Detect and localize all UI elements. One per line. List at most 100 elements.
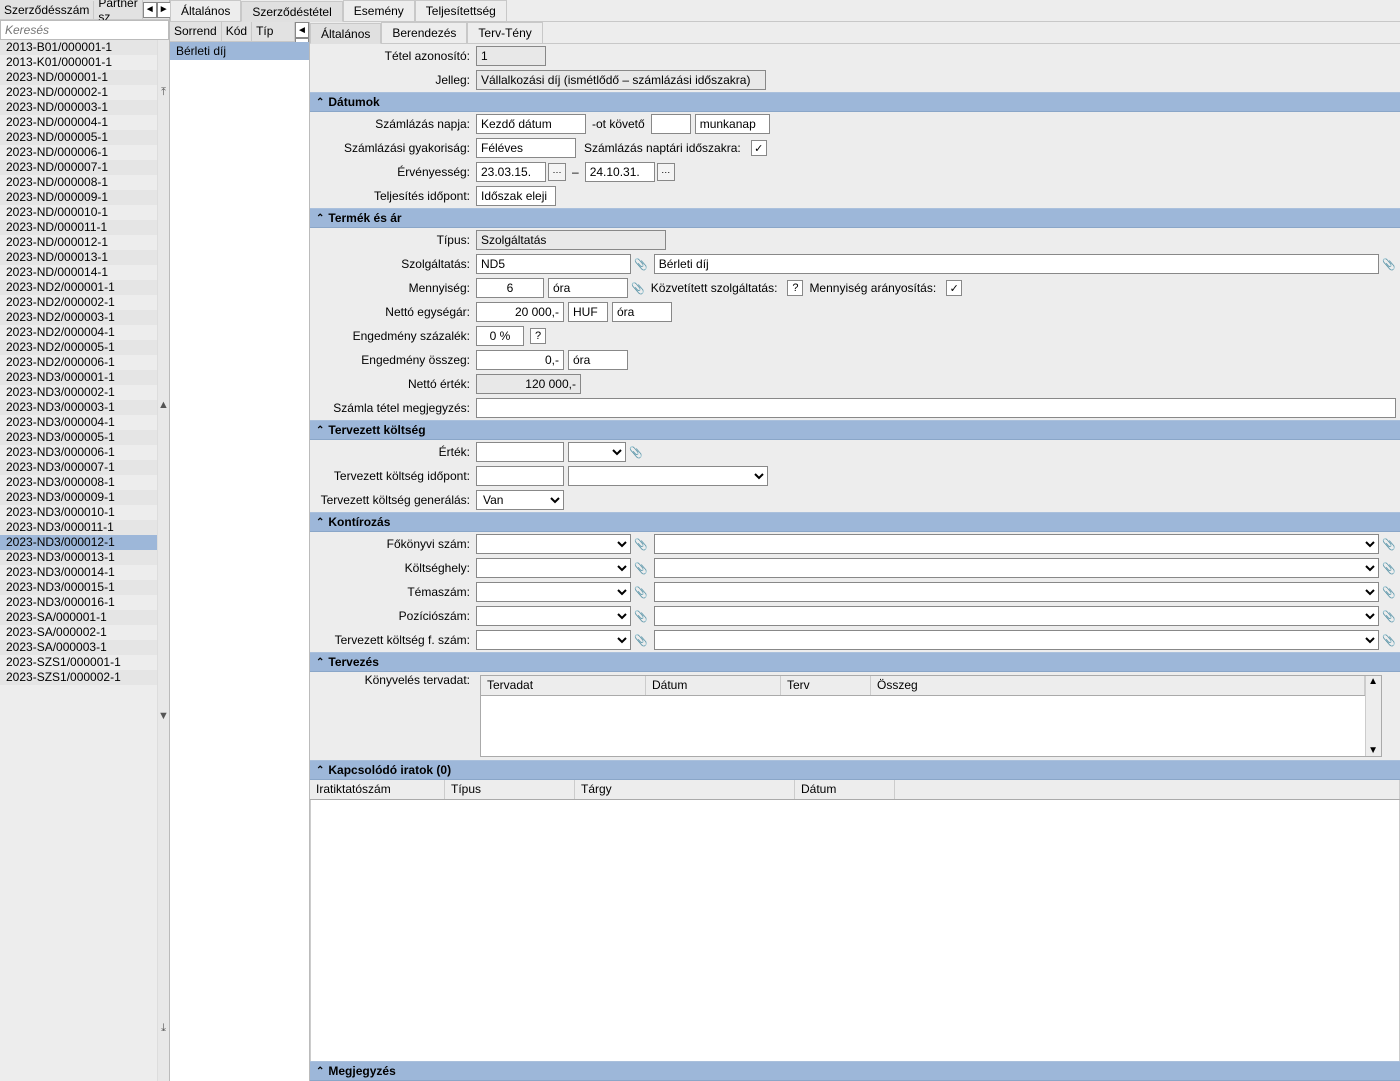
list-item[interactable]: 2023-ND/000007-1 xyxy=(0,160,157,175)
list-item[interactable]: 2023-ND3/000010-1 xyxy=(0,505,157,520)
engedmeny-o-input[interactable] xyxy=(476,350,564,370)
list-item[interactable]: 2023-ND3/000004-1 xyxy=(0,415,157,430)
scroll-top-icon[interactable]: ⤒ xyxy=(161,86,166,99)
list-item[interactable]: 2023-ND3/000005-1 xyxy=(0,430,157,445)
docs-col[interactable] xyxy=(895,780,1400,799)
mid-item[interactable]: Bérleti díj xyxy=(170,42,309,60)
gyakorisag-field[interactable]: Féléves xyxy=(476,138,576,158)
konti-select-right[interactable] xyxy=(654,582,1380,602)
munkanap-field[interactable]: munkanap xyxy=(695,114,770,134)
list-item[interactable]: 2023-SA/000002-1 xyxy=(0,625,157,640)
erv-from-picker-icon[interactable]: ⋯ xyxy=(548,163,566,181)
naptari-checkbox[interactable]: ✓ xyxy=(751,140,767,156)
section-datumok[interactable]: ⌃ Dátumok xyxy=(310,92,1400,112)
list-item[interactable]: 2023-ND/000006-1 xyxy=(0,145,157,160)
megjegyzes-input[interactable] xyxy=(476,398,1396,418)
tervezett-general-select[interactable]: Van xyxy=(476,490,564,510)
list-item[interactable]: 2023-ND3/000009-1 xyxy=(0,490,157,505)
list-item[interactable]: 2023-ND/000008-1 xyxy=(0,175,157,190)
scroll-up-icon[interactable]: ▲ xyxy=(158,399,169,411)
section-kontirozas[interactable]: ⌃ Kontírozás xyxy=(310,512,1400,532)
list-item[interactable]: 2023-ND3/000016-1 xyxy=(0,595,157,610)
mid-col-tipus[interactable]: Típ xyxy=(252,22,295,41)
list-item[interactable]: 2023-ND2/000006-1 xyxy=(0,355,157,370)
tervezett-ertek-input[interactable] xyxy=(476,442,564,462)
list-item[interactable]: 2013-K01/000001-1 xyxy=(0,55,157,70)
list-item[interactable]: 2023-ND2/000001-1 xyxy=(0,280,157,295)
mid-prev-icon[interactable]: ◄ xyxy=(295,22,309,38)
list-item[interactable]: 2023-ND/000012-1 xyxy=(0,235,157,250)
mid-col-sorrend[interactable]: Sorrend xyxy=(170,22,222,41)
erv-to-field[interactable]: 24.10.31. xyxy=(585,162,655,182)
attachment-icon[interactable]: 📎 xyxy=(1382,538,1396,551)
erv-from-field[interactable]: 23.03.15. xyxy=(476,162,546,182)
terv-col[interactable]: Összeg xyxy=(871,676,1365,695)
konti-select-right[interactable] xyxy=(654,534,1380,554)
list-item[interactable]: 2023-ND3/000008-1 xyxy=(0,475,157,490)
docs-col[interactable]: Dátum xyxy=(795,780,895,799)
subtab-terv-tény[interactable]: Terv-Tény xyxy=(467,22,542,43)
scroll-up-icon[interactable]: ▲ xyxy=(1368,676,1378,687)
list-item[interactable]: 2023-ND3/000003-1 xyxy=(0,400,157,415)
list-item[interactable]: 2023-SA/000003-1 xyxy=(0,640,157,655)
contract-list[interactable]: 2013-B01/000001-12013-K01/000001-1 2023-N… xyxy=(0,40,157,1081)
attachment-icon[interactable]: 📎 xyxy=(631,282,645,295)
list-item[interactable]: 2023-ND3/000011-1 xyxy=(0,520,157,535)
tab-általános[interactable]: Általános xyxy=(170,0,241,21)
list-item[interactable]: 2023-ND3/000002-1 xyxy=(0,385,157,400)
attachment-icon[interactable]: 📎 xyxy=(634,562,648,575)
list-item[interactable]: 2023-ND3/000006-1 xyxy=(0,445,157,460)
konti-select-left[interactable] xyxy=(476,606,631,626)
egysegar-input[interactable] xyxy=(476,302,564,322)
scroll-bottom-icon[interactable]: ⤓ xyxy=(161,1022,166,1035)
list-item[interactable]: 2023-ND3/000007-1 xyxy=(0,460,157,475)
section-megjegyzes[interactable]: ⌃ Megjegyzés xyxy=(310,1061,1400,1081)
tervezett-idopont-select[interactable] xyxy=(568,466,768,486)
list-item[interactable]: 2023-SZS1/000002-1 xyxy=(0,670,157,685)
attachment-icon[interactable]: 📎 xyxy=(629,446,643,459)
list-item[interactable]: 2023-ND3/000012-1 xyxy=(0,535,157,550)
section-kapcsolodo[interactable]: ⌃ Kapcsolódó iratok (0) xyxy=(310,760,1400,780)
menny-unit-field[interactable]: óra xyxy=(548,278,628,298)
konti-select-right[interactable] xyxy=(654,558,1380,578)
erv-to-picker-icon[interactable]: ⋯ xyxy=(657,163,675,181)
tab-szerződéstétel[interactable]: Szerződéstétel xyxy=(241,1,342,22)
szamlazas-napja-field[interactable]: Kezdő dátum xyxy=(476,114,586,134)
list-item[interactable]: 2013-B01/000001-1 xyxy=(0,40,157,55)
per-unit-field[interactable]: óra xyxy=(612,302,672,322)
konti-select-left[interactable] xyxy=(476,534,631,554)
search-input[interactable] xyxy=(0,20,169,40)
section-tervezett[interactable]: ⌃ Tervezett költség xyxy=(310,420,1400,440)
kozv-checkbox[interactable]: ? xyxy=(787,280,803,296)
engedmeny-unit-field[interactable]: óra xyxy=(568,350,628,370)
attachment-icon[interactable]: 📎 xyxy=(634,586,648,599)
tervezes-body[interactable] xyxy=(481,696,1365,756)
currency-field[interactable]: HUF xyxy=(568,302,608,322)
left-prev-icon[interactable]: ◄ xyxy=(143,2,157,18)
konti-select-left[interactable] xyxy=(476,582,631,602)
kapcsolodo-body[interactable] xyxy=(310,800,1400,1061)
teljesites-field[interactable]: Időszak eleji xyxy=(476,186,556,206)
szolg-name-field[interactable]: Bérleti díj xyxy=(654,254,1380,274)
scroll-down-icon[interactable]: ▼ xyxy=(158,710,169,722)
docs-col[interactable]: Típus xyxy=(445,780,575,799)
list-item[interactable]: 2023-ND/000013-1 xyxy=(0,250,157,265)
subtab-berendezés[interactable]: Berendezés xyxy=(381,22,467,43)
list-item[interactable]: 2023-ND/000009-1 xyxy=(0,190,157,205)
arany-checkbox[interactable]: ✓ xyxy=(946,280,962,296)
mid-col-kod[interactable]: Kód xyxy=(222,22,252,41)
terv-col[interactable]: Tervadat xyxy=(481,676,646,695)
list-item[interactable]: 2023-SZS1/000001-1 xyxy=(0,655,157,670)
tab-teljesítettség[interactable]: Teljesítettség xyxy=(415,0,507,21)
list-item[interactable]: 2023-ND/000011-1 xyxy=(0,220,157,235)
attachment-icon[interactable]: 📎 xyxy=(1382,586,1396,599)
attachment-icon[interactable]: 📎 xyxy=(1382,562,1396,575)
scroll-down-icon[interactable]: ▼ xyxy=(1368,745,1378,756)
list-item[interactable]: 2023-SA/000001-1 xyxy=(0,610,157,625)
left-next-icon[interactable]: ► xyxy=(157,2,171,18)
list-item[interactable]: 2023-ND3/000015-1 xyxy=(0,580,157,595)
konti-select-right[interactable] xyxy=(654,606,1380,626)
attachment-icon[interactable]: 📎 xyxy=(1382,258,1396,271)
attachment-icon[interactable]: 📎 xyxy=(1382,634,1396,647)
list-item[interactable]: 2023-ND2/000002-1 xyxy=(0,295,157,310)
